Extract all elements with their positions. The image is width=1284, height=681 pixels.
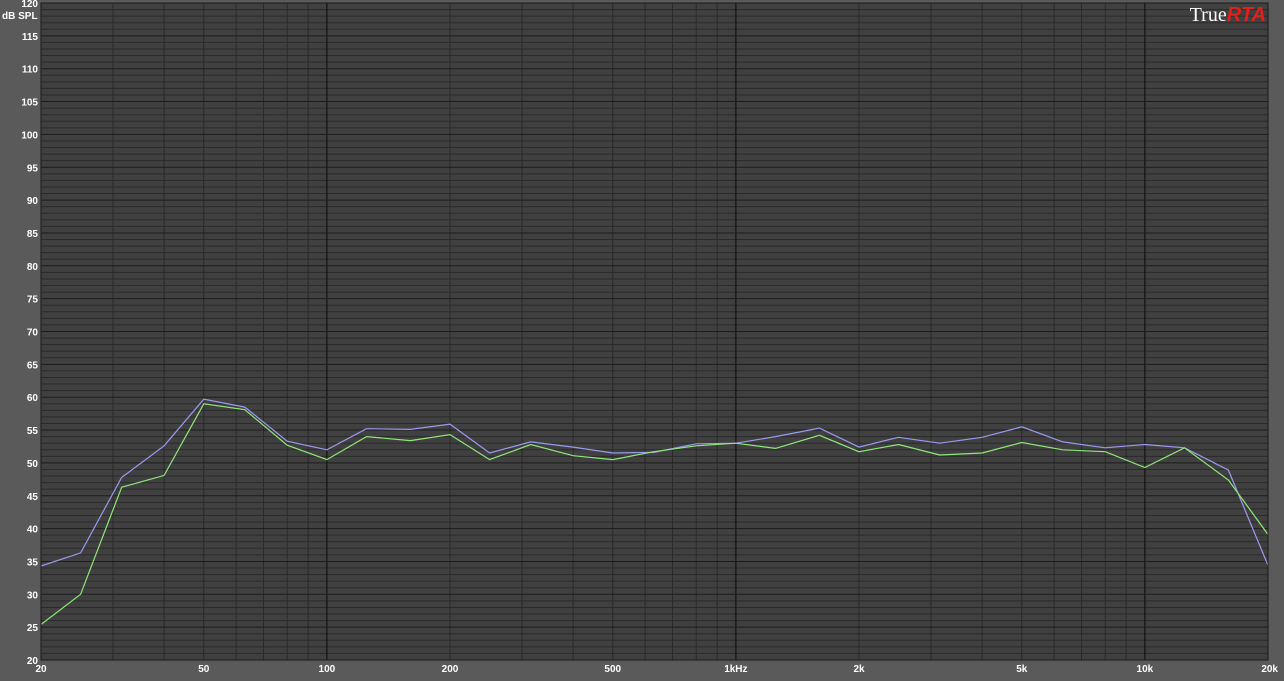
y-tick-labels: 2025303540455055606570758085909510010511… <box>21 0 38 667</box>
x-tick-label: 20k <box>1261 664 1278 675</box>
x-tick-label: 100 <box>319 664 336 675</box>
chart-svg: 20 25 30 35 40 45 50 55 60 65 70 75 80 85 90 95 100 105 11… <box>2 0 1278 675</box>
x-tick-label: 500 <box>604 664 621 675</box>
truerta-logo: TrueRTA <box>1189 4 1266 26</box>
y-tick-label: 95 <box>27 163 39 174</box>
x-tick-label: 200 <box>442 664 459 675</box>
spectrum-chart: 20 25 30 35 40 45 50 55 60 65 70 75 80 85 90 95 100 105 11… <box>0 0 1284 676</box>
y-tick-label: 60 <box>27 393 39 404</box>
x-tick-label: 1kHz <box>724 664 747 675</box>
y-tick-label: 90 <box>27 196 39 207</box>
x-tick-label: 2k <box>853 664 865 675</box>
y-tick-label: 100 <box>21 130 38 141</box>
x-tick-label: 5k <box>1016 664 1028 675</box>
y-tick-label: 30 <box>27 590 39 601</box>
y-tick-label: 35 <box>27 557 39 568</box>
x-tick-labels: 20 50 100 200 500 1kHz 2k 5k 10k 20k <box>35 664 1278 675</box>
x-tick-label: 50 <box>198 664 210 675</box>
x-tick-label: 10k <box>1137 664 1154 675</box>
x-tick-label: 20 <box>35 664 47 675</box>
y-axis-label: dB SPL <box>2 11 38 22</box>
y-tick-label: 45 <box>27 492 39 503</box>
y-tick-label: 70 <box>27 328 39 339</box>
y-tick-label: 65 <box>27 360 39 371</box>
y-tick-label: 55 <box>27 426 39 437</box>
y-tick-label: 105 <box>21 98 38 109</box>
y-tick-label: 115 <box>22 32 39 43</box>
y-tick-label: 50 <box>27 459 39 470</box>
y-tick-label: 80 <box>27 262 39 273</box>
major-grid <box>41 2 1268 661</box>
y-tick-label: 85 <box>27 229 39 240</box>
y-tick-label: 25 <box>27 623 39 634</box>
y-tick-label: 40 <box>27 525 39 536</box>
y-tick-label: 120 <box>21 0 38 10</box>
y-tick-label: 75 <box>27 295 39 306</box>
y-tick-label: 110 <box>22 65 39 76</box>
